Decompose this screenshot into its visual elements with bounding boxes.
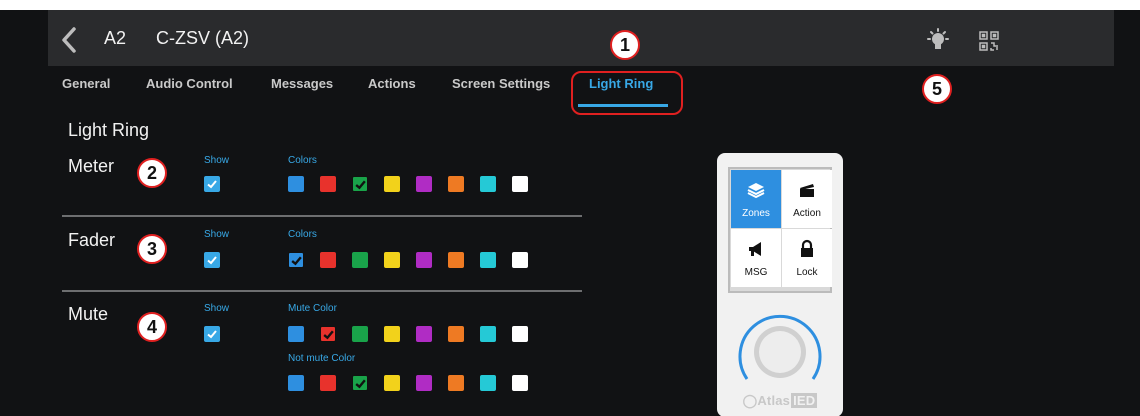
tab-screen-settings[interactable]: Screen Settings [452,76,550,91]
device-lock-button[interactable]: Lock [782,229,832,287]
color-swatch-red[interactable] [320,326,336,342]
clapperboard-icon [800,184,814,197]
megaphone-icon [749,242,761,256]
device-action-label: Action [793,208,821,219]
callout-5: 5 [922,74,952,104]
color-swatch-purple[interactable] [416,375,432,391]
color-swatch-white[interactable] [512,326,528,342]
color-swatch-green[interactable] [352,375,368,391]
device-id: A2 [104,28,127,48]
color-swatch-green[interactable] [352,176,368,192]
color-swatch-orange[interactable] [448,252,464,268]
color-swatch-yellow[interactable] [384,176,400,192]
device-action-button[interactable]: Action [782,170,832,228]
color-swatch-cyan[interactable] [480,252,496,268]
color-swatch-purple[interactable] [416,176,432,192]
color-swatch-red[interactable] [320,375,336,391]
mute-show-label: Show [204,303,230,314]
color-swatch-green[interactable] [352,252,368,268]
color-swatch-orange[interactable] [448,176,464,192]
meter-show-checkbox[interactable] [204,176,220,192]
meter-show-label: Show [204,155,230,166]
callout-4: 4 [137,312,167,342]
device-zones-label: Zones [742,208,770,219]
tab-actions[interactable]: Actions [368,76,416,91]
color-swatch-white[interactable] [512,375,528,391]
color-swatch-yellow[interactable] [384,252,400,268]
color-swatch-blue[interactable] [288,375,304,391]
layers-icon [747,183,765,199]
tab-messages[interactable]: Messages [271,76,333,91]
atlas-ied-logo: ◯Atlas IED [742,393,818,408]
chevron-left-icon[interactable] [58,26,80,54]
color-swatch-red[interactable] [320,176,336,192]
device-title: C-ZSV (A2) [156,28,250,48]
color-swatch-cyan[interactable] [480,375,496,391]
fader-label: Fader [68,230,116,250]
device-screen: Zones Action MSG Lock [728,167,832,293]
color-swatch-blue[interactable] [288,326,304,342]
tab-general[interactable]: General [62,76,110,91]
color-swatch-orange[interactable] [448,326,464,342]
color-swatch-blue[interactable] [288,176,304,192]
row-divider [62,215,582,217]
color-swatch-white[interactable] [512,176,528,192]
device-zones-button[interactable]: Zones [731,170,781,228]
mute-show-checkbox[interactable] [204,326,220,342]
meter-label: Meter [68,156,115,176]
tab-audio-control[interactable]: Audio Control [146,76,233,91]
fader-colors-label: Colors [288,229,317,240]
callout-highlight-box [571,71,683,115]
mute-color-label: Mute Color [288,303,337,314]
color-swatch-yellow[interactable] [384,375,400,391]
device-msg-button[interactable]: MSG [731,229,781,287]
color-swatch-green[interactable] [352,326,368,342]
section-title: Light Ring [68,120,150,140]
fader-show-checkbox[interactable] [204,252,220,268]
meter-colors-label: Colors [288,155,317,166]
qr-code-icon[interactable] [976,28,1002,54]
color-swatch-cyan[interactable] [480,326,496,342]
device-lock-label: Lock [796,267,818,278]
device-msg-label: MSG [744,267,768,278]
row-divider [62,290,582,292]
color-swatch-yellow[interactable] [384,326,400,342]
color-swatch-red[interactable] [320,252,336,268]
screenshot-stage: A2 C-ZSV (A2) General Audio Control Mess… [0,0,1140,416]
mute-label: Mute [68,304,109,324]
fader-show-label: Show [204,229,230,240]
color-swatch-blue[interactable] [288,252,304,268]
callout-2: 2 [137,158,167,188]
volume-knob[interactable] [735,305,825,391]
light-bulb-icon[interactable] [925,28,951,54]
callout-1: 1 [610,30,640,60]
callout-3: 3 [137,234,167,264]
color-swatch-purple[interactable] [416,326,432,342]
color-swatch-purple[interactable] [416,252,432,268]
color-swatch-orange[interactable] [448,375,464,391]
device-preview: Zones Action MSG Lock ◯Atlas IED [717,153,843,416]
not-mute-color-label: Not mute Color [288,353,356,364]
app-window: A2 C-ZSV (A2) General Audio Control Mess… [0,10,1140,416]
color-swatch-white[interactable] [512,252,528,268]
color-swatch-cyan[interactable] [480,176,496,192]
lock-icon [801,239,813,257]
